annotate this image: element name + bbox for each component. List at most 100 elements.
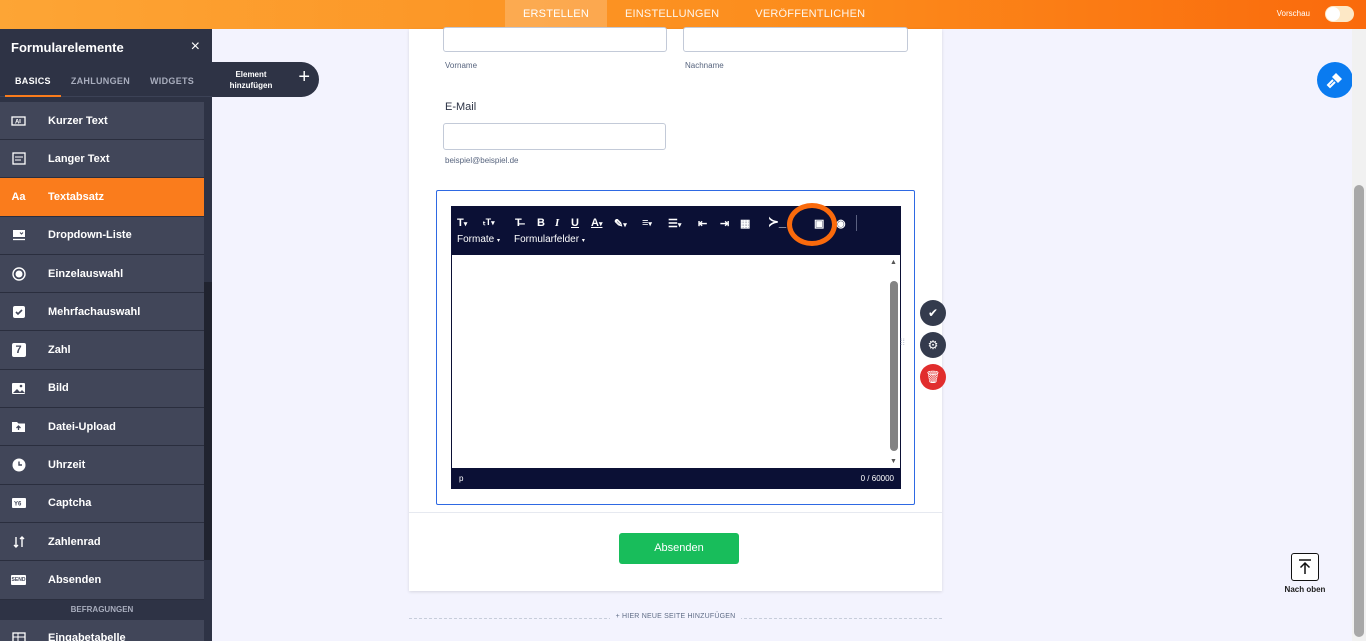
sidebar-item-label: Captcha <box>48 497 92 510</box>
sidebar-tabs: BASICS ZAHLUNGEN WIDGETS <box>0 65 212 97</box>
image-icon <box>0 370 37 407</box>
code-view-icon[interactable]: ≻_ <box>768 214 786 230</box>
editor-scrollbar[interactable]: ▲ ▼ <box>890 259 898 465</box>
list-icon[interactable]: ☰▾ <box>668 217 681 230</box>
italic-icon[interactable]: I <box>555 217 559 229</box>
firstname-input[interactable] <box>443 27 667 52</box>
highlight-icon[interactable]: ✎▾ <box>614 217 627 230</box>
text-color-icon[interactable]: A▾ <box>591 217 602 229</box>
clear-format-icon[interactable]: T̶ <box>515 217 522 229</box>
sidebar-item-eingabetabelle[interactable]: Eingabetabelle <box>0 619 204 641</box>
arrow-up-icon[interactable] <box>1291 553 1319 581</box>
close-icon[interactable]: × <box>191 38 200 56</box>
underline-icon[interactable]: U <box>571 217 579 229</box>
table-icon[interactable]: ▦ <box>740 217 750 230</box>
sidebar-item-zahlenrad[interactable]: Zahlenrad <box>0 522 204 562</box>
formats-dropdown[interactable]: Formate ▾ <box>457 234 500 245</box>
sidebar-item-label: Dropdown-Liste <box>48 229 132 242</box>
sidebar-tab-widgets[interactable]: WIDGETS <box>140 65 204 97</box>
sidebar-item-label: Zahlenrad <box>48 535 101 548</box>
sidebar-item-label: Mehrfachauswahl <box>48 305 141 318</box>
paragraph-element[interactable]: T▾ ₜT▾ T̶ B I U A▾ ✎▾ ≡▾ ☰▾ ⇤ ⇥ ▦ ≻_ ▣ ◉… <box>436 190 915 505</box>
add-page-link[interactable]: + HIER NEUE SEITE HINZUFÜGEN <box>409 613 942 620</box>
sidebar-item-label: Einzelauswahl <box>48 267 124 280</box>
sidebar-header: Formularelemente × <box>0 29 212 65</box>
short-text-icon: A <box>0 102 37 139</box>
gear-icon[interactable]: ⚙ <box>920 332 946 358</box>
sidebar-item-textabsatz[interactable]: Aa Textabsatz <box>0 178 204 217</box>
page-scrollbar[interactable] <box>1352 29 1366 641</box>
sidebar-title: Formularelemente <box>11 39 124 55</box>
sidebar-item-uhrzeit[interactable]: Uhrzeit <box>0 446 204 485</box>
editor-statusbar: p 0 / 60000 <box>452 468 900 488</box>
form-canvas: Vorname Nachname E-Mail beispiel@beispie… <box>409 27 942 591</box>
long-text-icon <box>0 140 37 177</box>
firstname-sublabel: Vorname <box>445 61 478 70</box>
sidebar-scrollbar[interactable] <box>204 282 212 560</box>
sidebar-item-zahl[interactable]: 7 Zahl <box>0 331 204 370</box>
sidebar-item-captcha[interactable]: Y6 Captcha <box>0 484 204 523</box>
editor-content-area[interactable]: ▲ ▼ <box>452 255 900 469</box>
plus-icon: + <box>298 66 310 88</box>
sidebar-item-label: Absenden <box>48 573 102 586</box>
font-family-icon[interactable]: T▾ <box>457 217 467 229</box>
paint-roller-icon[interactable] <box>1317 62 1353 98</box>
lastname-input[interactable] <box>683 27 908 52</box>
outdent-icon[interactable]: ⇤ <box>698 217 707 230</box>
submit-button[interactable]: Absenden <box>619 533 739 564</box>
sidebar-item-label: Langer Text <box>48 152 110 165</box>
rich-text-editor: T▾ ₜT▾ T̶ B I U A▾ ✎▾ ≡▾ ☰▾ ⇤ ⇥ ▦ ≻_ ▣ ◉… <box>451 203 901 489</box>
font-size-icon[interactable]: ₜT▾ <box>483 217 495 228</box>
add-element-button[interactable]: Element hinzufügen + <box>212 62 319 97</box>
captcha-icon: Y6 <box>0 485 37 522</box>
send-icon: SEND <box>10 574 27 585</box>
align-icon[interactable]: ≡▾ <box>642 217 652 229</box>
sidebar-item-dropdown-liste[interactable]: Dropdown-Liste <box>0 216 204 255</box>
sidebar-item-label: Uhrzeit <box>48 459 86 472</box>
back-to-top-label: Nach oben <box>1284 585 1326 594</box>
sidebar-tab-basics[interactable]: BASICS <box>5 65 61 97</box>
tab-einstellungen[interactable]: EINSTELLUNGEN <box>607 0 737 29</box>
editor-path: p <box>459 474 464 483</box>
indent-icon[interactable]: ⇥ <box>720 217 729 230</box>
section-befragungen: BEFRAGUNGEN <box>0 599 204 620</box>
clock-icon <box>0 446 37 483</box>
email-input[interactable] <box>443 123 666 150</box>
preview-label: Vorschau <box>1276 9 1310 18</box>
top-bar: ERSTELLEN EINSTELLUNGEN VERÖFFENTLICHEN … <box>0 0 1366 29</box>
tab-veroeffentlichen[interactable]: VERÖFFENTLICHEN <box>737 0 883 29</box>
radio-icon <box>0 255 37 292</box>
paragraph-icon: Aa <box>0 178 37 216</box>
sidebar-item-datei-upload[interactable]: Datei-Upload <box>0 408 204 447</box>
sidebar-item-bild[interactable]: Bild <box>0 369 204 409</box>
table-icon <box>0 620 37 641</box>
preview-eye-icon[interactable]: ◉ <box>836 217 846 230</box>
divider <box>409 512 942 513</box>
sidebar-item-einzelauswahl[interactable]: Einzelauswahl <box>0 254 204 294</box>
sidebar-item-absenden[interactable]: SEND Absenden <box>0 561 204 600</box>
sidebar-item-langer-text[interactable]: Langer Text <box>0 140 204 179</box>
editor-toolbar: T▾ ₜT▾ T̶ B I U A▾ ✎▾ ≡▾ ☰▾ ⇤ ⇥ ▦ ≻_ ▣ ◉… <box>452 203 900 255</box>
sidebar-item-label: Kurzer Text <box>48 114 108 127</box>
bold-icon[interactable]: B <box>537 217 545 229</box>
check-icon[interactable]: ✔ <box>920 300 946 326</box>
trash-icon[interactable]: 🗑 <box>920 364 946 390</box>
sidebar-list: A Kurzer Text Langer Text Aa Textabsatz … <box>0 102 204 641</box>
highlight-ring <box>787 203 837 246</box>
preview-toggle[interactable] <box>1325 6 1354 22</box>
char-counter: 0 / 60000 <box>860 474 894 483</box>
sidebar-item-mehrfachauswahl[interactable]: Mehrfachauswahl <box>0 293 204 332</box>
sidebar-item-label: Datei-Upload <box>48 420 116 433</box>
sidebar-item-kurzer-text[interactable]: A Kurzer Text <box>0 102 204 140</box>
upload-icon <box>0 408 37 445</box>
form-elements-sidebar: Formularelemente × BASICS ZAHLUNGEN WIDG… <box>0 29 212 641</box>
tab-erstellen[interactable]: ERSTELLEN <box>505 0 607 29</box>
sidebar-tab-zahlungen[interactable]: ZAHLUNGEN <box>61 65 140 97</box>
lastname-sublabel: Nachname <box>685 61 724 70</box>
svg-text:A: A <box>15 119 20 125</box>
sidebar-item-label: Bild <box>48 382 69 395</box>
number-icon: 7 <box>0 331 37 368</box>
main-tabs: ERSTELLEN EINSTELLUNGEN VERÖFFENTLICHEN <box>505 0 883 29</box>
drag-handle-icon[interactable]: ⁞⁞ <box>900 338 908 347</box>
form-fields-dropdown[interactable]: Formularfelder ▾ <box>514 234 585 245</box>
